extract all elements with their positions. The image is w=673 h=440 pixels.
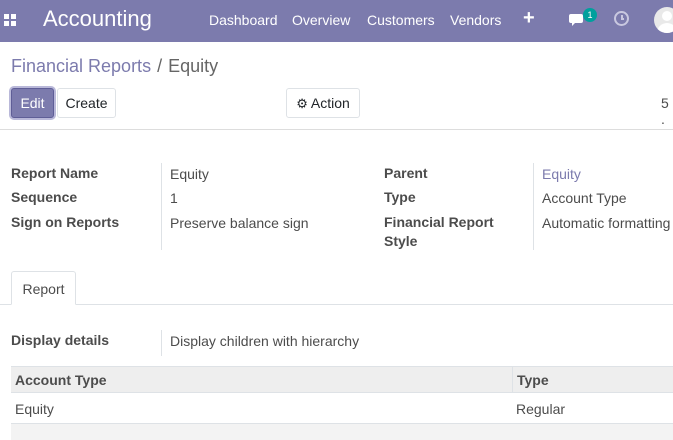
menu-dashboard[interactable]: Dashboard xyxy=(209,12,278,28)
column-separator xyxy=(512,367,513,392)
parent-label: Parent xyxy=(384,165,428,181)
sequence-value: 1 xyxy=(170,190,178,206)
financial-report-style-value: Automatic formatting xyxy=(542,215,671,231)
pager-value[interactable]: 5 . xyxy=(661,95,673,127)
report-name-value: Equity xyxy=(170,166,209,182)
column-type[interactable]: Type xyxy=(517,372,549,388)
action-label: Action xyxy=(310,95,350,111)
menu-customers[interactable]: Customers xyxy=(367,12,435,28)
user-avatar[interactable] xyxy=(654,7,673,33)
empty-table-row xyxy=(11,424,673,440)
field-separator xyxy=(161,330,162,356)
sign-on-reports-label: Sign on Reports xyxy=(11,214,120,230)
app-title[interactable]: Accounting xyxy=(43,6,152,32)
clock-icon[interactable] xyxy=(614,11,629,26)
apps-grid-icon[interactable] xyxy=(4,14,17,27)
menu-vendors[interactable]: Vendors xyxy=(450,12,501,28)
type-value: Account Type xyxy=(542,190,627,206)
chat-badge: 1 xyxy=(583,8,597,22)
create-button[interactable]: Create xyxy=(57,88,116,118)
breadcrumb: Financial Reports / Equity xyxy=(11,56,218,77)
table-row[interactable]: Equity Regular xyxy=(11,395,673,424)
breadcrumb-current: Equity xyxy=(168,56,219,76)
financial-report-style-label: Financial Report Style xyxy=(384,213,494,251)
field-separator xyxy=(533,163,534,250)
display-details-value: Display children with hierarchy xyxy=(170,333,360,349)
parent-link[interactable]: Equity xyxy=(542,166,581,182)
breadcrumb-parent[interactable]: Financial Reports xyxy=(11,56,151,76)
column-account-type[interactable]: Account Type xyxy=(15,372,107,388)
tab-underline xyxy=(0,304,673,305)
gear-icon: ⚙ xyxy=(296,96,308,111)
cell-account-type: Equity xyxy=(15,401,54,417)
action-dropdown[interactable]: ⚙ Action xyxy=(286,88,360,118)
sequence-label: Sequence xyxy=(11,189,78,205)
table-header: Account Type Type xyxy=(11,366,673,393)
edit-button[interactable]: Edit xyxy=(11,88,54,118)
toolbar-divider xyxy=(0,129,673,130)
type-label: Type xyxy=(384,189,416,205)
field-separator xyxy=(161,163,162,250)
tab-report[interactable]: Report xyxy=(11,271,76,305)
menu-overview[interactable]: Overview xyxy=(292,12,350,28)
style-label-line-1: Financial Report xyxy=(384,214,494,230)
sign-on-reports-value: Preserve balance sign xyxy=(170,215,309,231)
style-label-line-2: Style xyxy=(384,233,418,249)
breadcrumb-separator: / xyxy=(157,56,163,76)
display-details-label: Display details xyxy=(11,332,110,348)
plus-icon[interactable]: + xyxy=(523,7,535,30)
cell-type: Regular xyxy=(516,401,566,417)
top-navbar: Accounting Dashboard Overview Customers … xyxy=(0,0,673,42)
report-name-label: Report Name xyxy=(11,165,99,181)
